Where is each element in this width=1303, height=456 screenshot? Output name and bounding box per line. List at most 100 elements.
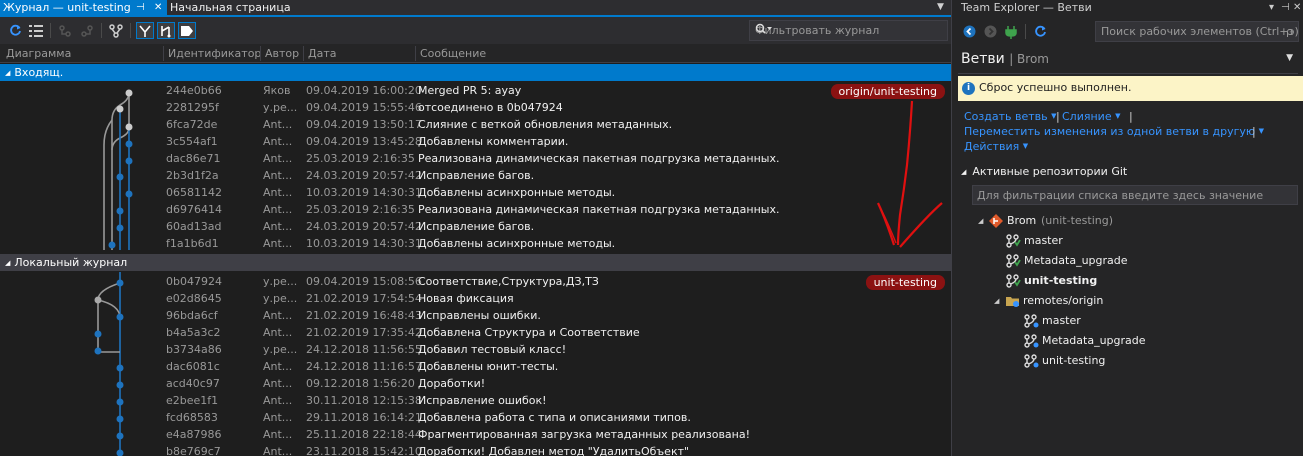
work-item-search-input[interactable]: Поиск рабочих элементов (Ctrl+э) ρ	[1095, 21, 1299, 42]
branch-master[interactable]: master	[1006, 232, 1292, 250]
column-divider[interactable]	[415, 46, 416, 61]
history-pane: Журнал — unit-testing ⊣ ✕ Начальная стра…	[0, 0, 951, 456]
close-icon[interactable]: ✕	[1293, 0, 1301, 15]
tab-start-page[interactable]: Начальная страница	[170, 0, 291, 15]
commit-date: 09.04.2019 15:55:46	[306, 101, 422, 114]
commit-id: 3c554af1	[166, 135, 218, 148]
branch-unit-testing[interactable]: unit-testing	[1006, 272, 1292, 290]
commit-id: 244e0b66	[166, 84, 222, 97]
tree-item-label: Brom	[1007, 214, 1037, 227]
commit-author: Ant...	[263, 237, 293, 250]
actions-link[interactable]: Действия ▼	[964, 140, 1028, 153]
col-id[interactable]: Идентификатор	[168, 47, 261, 60]
commit-author: Ant...	[263, 203, 293, 216]
link-separator: |	[1129, 110, 1133, 123]
refresh-icon[interactable]	[1031, 23, 1049, 40]
expand-icon[interactable]: ◢	[978, 212, 983, 230]
commit-author: у.ре...	[263, 275, 298, 288]
commit-graph	[94, 89, 133, 456]
commit-date: 21.02.2019 17:54:54	[306, 292, 422, 305]
commit-message: Добавлены комментарии.	[418, 135, 569, 148]
expand-icon[interactable]: ◢	[994, 292, 999, 310]
col-author[interactable]: Автор	[265, 47, 299, 60]
commit-author: Ant...	[263, 445, 293, 456]
commit-id: 06581142	[166, 186, 222, 199]
branch-Metadata_upgrade[interactable]: Metadata_upgrade	[1006, 252, 1292, 270]
search-icon[interactable]	[755, 23, 941, 40]
commit-date: 21.02.2019 16:48:43	[306, 309, 422, 322]
tree-item-label: remotes/origin	[1023, 294, 1104, 307]
commit-message: Добавлены асинхронные методы.	[418, 237, 616, 250]
remotes-origin[interactable]: ◢ remotes/origin	[994, 292, 1292, 310]
page-title: Ветви | Brom	[961, 51, 1049, 67]
search-icon[interactable]: ρ	[1286, 25, 1293, 38]
show-tags-icon[interactable]	[178, 22, 196, 39]
commit-date: 24.12.2018 11:56:55	[306, 343, 422, 356]
column-divider[interactable]	[303, 46, 304, 61]
repo-brom[interactable]: ◢ Brom (unit-testing)	[978, 212, 1292, 230]
column-divider[interactable]	[163, 46, 164, 61]
commit-message: Реализована динамическая пакетная подгру…	[418, 203, 780, 216]
pin-icon[interactable]: ⊣	[1281, 0, 1290, 15]
commit-date: 09.04.2019 13:50:17	[306, 118, 422, 131]
commit-author: Ant...	[263, 152, 293, 165]
remote-branch-Metadata_upgrade[interactable]: Metadata_upgrade	[1024, 332, 1292, 350]
commit-id: b3734a86	[166, 343, 222, 356]
tree-item-label: unit-testing	[1042, 354, 1106, 367]
remote-branch-master[interactable]: master	[1024, 312, 1292, 330]
commit-message: Добавлена работа с типа и описаниями тип…	[418, 411, 691, 424]
forward-icon[interactable]	[981, 23, 999, 40]
tree-item-label: master	[1042, 314, 1081, 327]
commit-date: 30.11.2018 12:15:38	[306, 394, 422, 407]
remote-folder-icon	[1005, 294, 1020, 314]
commit-date: 24.03.2019 20:57:42	[306, 169, 422, 182]
info-icon: i	[962, 82, 975, 95]
collapse-icon[interactable]: ◢	[961, 168, 966, 176]
move-changes-link[interactable]: Переместить изменения из одной ветви в д…	[964, 125, 1264, 138]
repo-filter-input[interactable]: Для фильтрации списка введите здесь знач…	[972, 185, 1298, 205]
title-divider	[958, 73, 1298, 74]
history-filter-input[interactable]: Фильтровать журнал	[749, 20, 948, 41]
create-branch-link[interactable]: Создать ветвь ▼	[964, 110, 1057, 123]
move-changes-label: Переместить изменения из одной ветви в д…	[964, 125, 1256, 138]
col-date[interactable]: Дата	[308, 47, 336, 60]
info-message: Сброс успешно выполнен.	[979, 81, 1132, 94]
commit-author: Ant...	[263, 394, 293, 407]
remote-branch-unit-testing[interactable]: unit-testing	[1024, 352, 1292, 370]
commit-date: 09.12.2018 1:56:20	[306, 377, 415, 390]
merge-label: Слияние	[1062, 110, 1112, 123]
window-menu-icon[interactable]: ▾	[1269, 0, 1274, 15]
tab-overflow-icon[interactable]: ▼	[937, 0, 944, 14]
commit-message: Реализована динамическая пакетная подгру…	[418, 152, 780, 165]
commit-date: 24.03.2019 20:57:42	[306, 220, 422, 233]
commit-date: 29.11.2018 16:14:21	[306, 411, 422, 424]
commit-author: Ant...	[263, 186, 293, 199]
link-separator: |	[1056, 110, 1060, 123]
branch-badge[interactable]: unit-testing	[865, 275, 945, 290]
repo-subtitle: Brom	[1017, 52, 1049, 66]
commit-author: у.ре...	[263, 343, 298, 356]
col-message[interactable]: Сообщение	[420, 47, 486, 60]
commit-author: Ant...	[263, 135, 293, 148]
column-divider[interactable]	[260, 46, 261, 61]
active-repos-label: Активные репозитории Git	[972, 165, 1128, 178]
branches-title: Ветви	[961, 51, 1005, 67]
back-icon[interactable]	[960, 23, 978, 40]
commit-message: Merged PR 5: ayay	[418, 84, 522, 97]
merge-link[interactable]: Слияние ▼	[1062, 110, 1120, 123]
tree-item-label: Metadata_upgrade	[1024, 254, 1128, 267]
commit-date: 24.12.2018 11:16:57	[306, 360, 422, 373]
commit-message: Исправлены ошибки.	[418, 309, 541, 322]
commit-author: Ant...	[263, 309, 293, 322]
commit-id: acd40c97	[166, 377, 220, 390]
create-branch-label: Создать ветвь	[964, 110, 1048, 123]
commit-date: 25.11.2018 22:18:44	[306, 428, 422, 441]
commit-author: Ant...	[263, 118, 293, 131]
team-explorer-pane: Team Explorer — Ветви ▾ ⊣ ✕ Поиск рабочи…	[951, 0, 1303, 456]
connect-icon[interactable]	[1002, 23, 1020, 40]
commit-message: отсоединено в 0b047924	[418, 101, 563, 114]
page-dropdown-icon[interactable]: ▼	[1286, 53, 1293, 63]
actions-label: Действия	[964, 140, 1020, 153]
active-repos-section[interactable]: ◢ Активные репозитории Git	[961, 165, 1127, 178]
commit-id: e2bee1f1	[166, 394, 219, 407]
